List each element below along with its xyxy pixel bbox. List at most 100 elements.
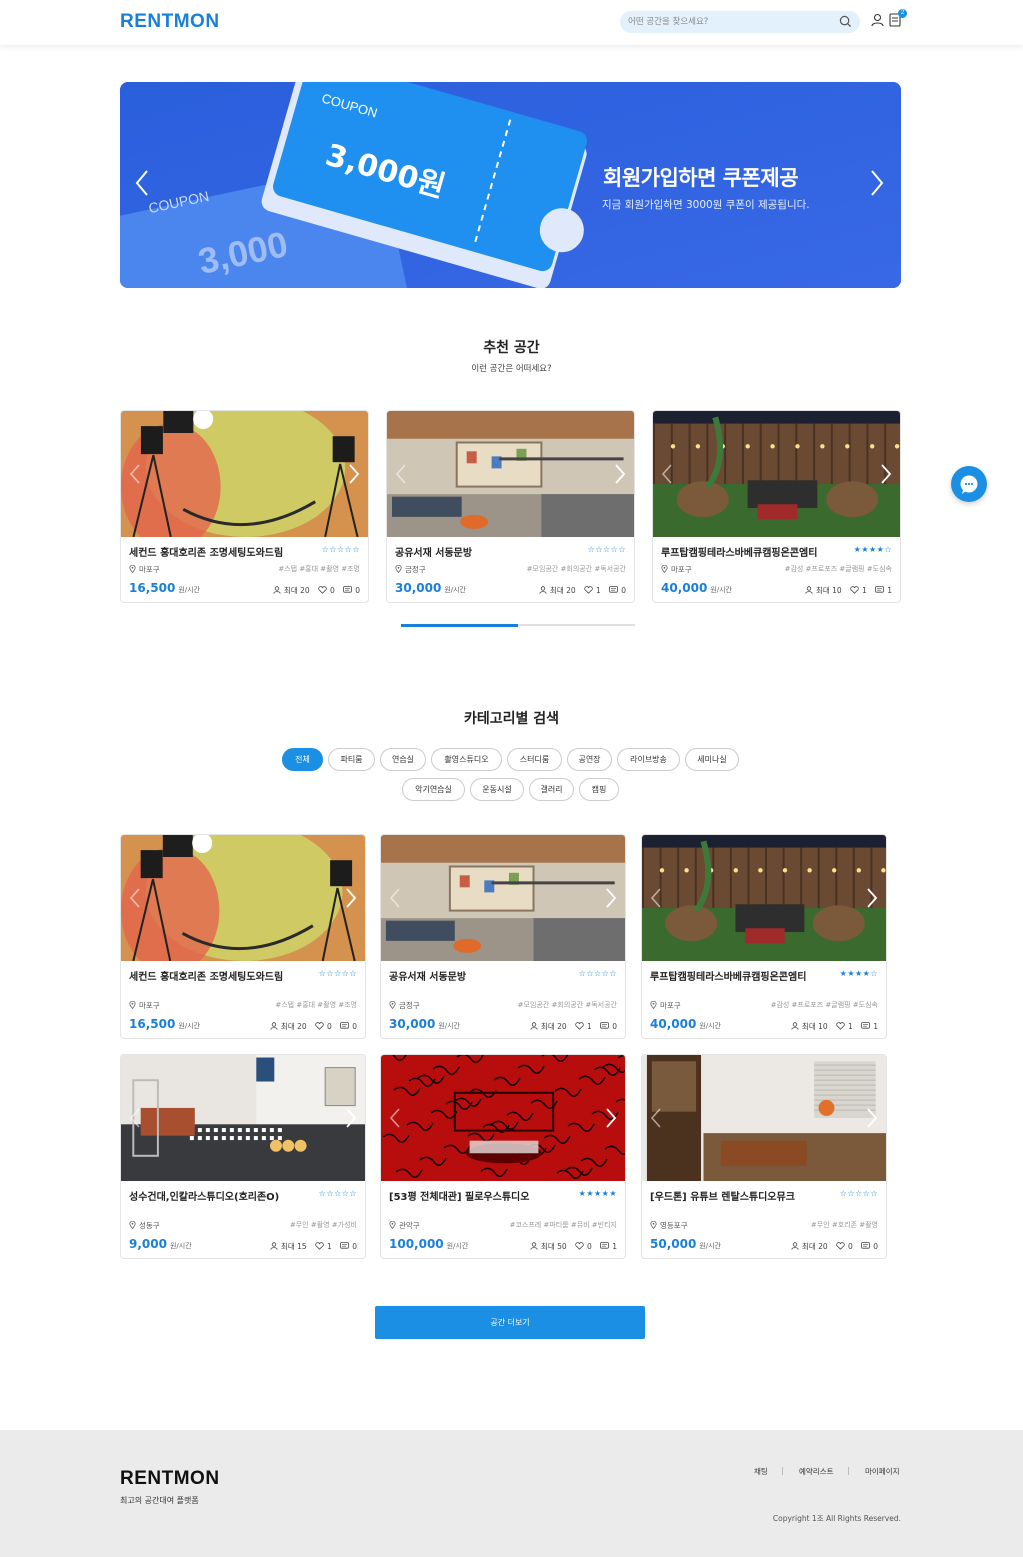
review-icon xyxy=(340,1242,350,1249)
category-chip[interactable]: 파티룸 xyxy=(328,748,375,771)
banner-next-arrow-icon[interactable] xyxy=(869,168,885,198)
photo-prev-arrow-icon[interactable] xyxy=(650,1107,662,1129)
category-chip[interactable]: 연습실 xyxy=(380,748,426,771)
photo-prev-arrow-icon[interactable] xyxy=(389,887,401,909)
photo-prev-arrow-icon[interactable] xyxy=(395,463,407,485)
space-card[interactable]: [우드톤] 유튜브 렌탈스튜디오뮤크 ☆☆☆☆☆ 영등포구 #무인 #호리존 #… xyxy=(641,1054,887,1259)
person-icon xyxy=(530,1022,538,1030)
category-chip[interactable]: 라이브방송 xyxy=(617,748,680,771)
space-photo[interactable] xyxy=(121,835,365,961)
carousel-scrollbar[interactable] xyxy=(401,623,635,627)
space-name[interactable]: 공유서재 서동문방 xyxy=(395,544,472,559)
search-bar[interactable] xyxy=(620,11,860,33)
space-card[interactable]: 루프탑캠핑테라스바베큐캠핑온콘엠티 ★★★★☆ 마포구 #감성 #프로포즈 #글… xyxy=(652,410,901,603)
photo-prev-arrow-icon[interactable] xyxy=(661,463,673,485)
footer-link-reservations[interactable]: 예약리스트 xyxy=(799,1466,834,1477)
footer-link-chat[interactable]: 채팅 xyxy=(754,1466,768,1477)
reviews-count: 1 xyxy=(612,1242,617,1251)
photo-prev-arrow-icon[interactable] xyxy=(389,1107,401,1129)
photo-next-arrow-icon[interactable] xyxy=(605,887,617,909)
space-photo[interactable] xyxy=(387,411,634,537)
space-name[interactable]: 루프탑캠핑테라스바베큐캠핑온콘엠티 xyxy=(661,544,817,559)
location-text: 영등포구 xyxy=(660,1221,688,1230)
category-chip[interactable]: 캠핑 xyxy=(579,778,619,801)
photo-prev-arrow-icon[interactable] xyxy=(129,1107,141,1129)
space-card[interactable]: [53평 전체대관] 필로우스튜디오 ★★★★★ 관악구 #코스프레 #파티룸 … xyxy=(380,1054,626,1259)
photo-next-arrow-icon[interactable] xyxy=(348,463,360,485)
space-card[interactable]: 성수건대,인칼라스튜디오(호리존O) ☆☆☆☆☆ 성동구 #무인 #촬영 #가성… xyxy=(120,1054,366,1259)
photo-next-arrow-icon[interactable] xyxy=(866,887,878,909)
space-photo[interactable] xyxy=(653,411,900,537)
chat-button[interactable] xyxy=(951,466,987,502)
photo-prev-arrow-icon[interactable] xyxy=(650,887,662,909)
heart-icon[interactable] xyxy=(575,1022,584,1030)
site-logo[interactable]: RENTMON xyxy=(120,11,220,33)
space-photo[interactable] xyxy=(121,1055,365,1181)
category-chip[interactable]: 갤러리 xyxy=(529,778,574,801)
category-chip[interactable]: 악기연습실 xyxy=(402,778,465,801)
person-icon xyxy=(791,1022,799,1030)
price-value: 100,000 xyxy=(389,1237,444,1251)
space-price: 16,500 원/시간 xyxy=(129,581,200,595)
carousel-scroll-thumb[interactable] xyxy=(401,623,518,627)
space-card[interactable]: 공유서재 서동문방 ☆☆☆☆☆ 금정구 #모임공간 #회의공간 #독서공간 30… xyxy=(386,410,635,603)
promo-banner[interactable]: COUPON 3,000 COUPON 3,000원 회원가입하면 쿠폰제공 지… xyxy=(120,82,901,288)
location-text: 관악구 xyxy=(399,1221,420,1230)
heart-icon[interactable] xyxy=(575,1242,584,1250)
space-name[interactable]: 루프탑캠핑테라스바베큐캠핑온콘엠티 xyxy=(650,968,806,983)
banner-prev-arrow-icon[interactable] xyxy=(134,168,150,198)
heart-icon[interactable] xyxy=(315,1022,324,1030)
category-chip[interactable]: 전체 xyxy=(282,748,323,771)
category-chip[interactable]: 운동시설 xyxy=(470,778,524,801)
space-name[interactable]: 세컨드 홍대호리존 조명세팅도와드림 xyxy=(129,968,283,983)
space-card[interactable]: 공유서재 서동문방 ☆☆☆☆☆ 금정구 #모임공간 #회의공간 #독서공간 30… xyxy=(380,834,626,1039)
photo-next-arrow-icon[interactable] xyxy=(345,1107,357,1129)
footer-link-mypage[interactable]: 마이페이지 xyxy=(865,1466,900,1477)
category-chip[interactable]: 촬영스튜디오 xyxy=(431,748,502,771)
category-chip[interactable]: 세미나실 xyxy=(685,748,739,771)
location-text: 금정구 xyxy=(399,1001,420,1010)
space-name[interactable]: 성수건대,인칼라스튜디오(호리존O) xyxy=(129,1188,279,1203)
photo-next-arrow-icon[interactable] xyxy=(880,463,892,485)
capacity-text: 최대 20 xyxy=(549,586,576,595)
heart-icon[interactable] xyxy=(315,1242,324,1250)
reviews-count: 0 xyxy=(621,586,626,595)
space-photo[interactable] xyxy=(642,1055,886,1181)
photo-next-arrow-icon[interactable] xyxy=(345,887,357,909)
more-spaces-button[interactable]: 공간 더보기 xyxy=(375,1306,645,1339)
space-price: 100,000 원/시간 xyxy=(389,1237,468,1251)
category-chip[interactable]: 공연장 xyxy=(567,748,612,771)
photo-next-arrow-icon[interactable] xyxy=(614,463,626,485)
heart-icon[interactable] xyxy=(318,586,327,594)
photo-prev-arrow-icon[interactable] xyxy=(129,463,141,485)
photo-next-arrow-icon[interactable] xyxy=(866,1107,878,1129)
heart-icon[interactable] xyxy=(836,1242,845,1250)
location-text: 마포구 xyxy=(139,565,160,574)
space-card[interactable]: 세컨드 홍대호리존 조명세팅도와드림 ☆☆☆☆☆ 마포구 #스탭 #홍대 #촬영… xyxy=(120,410,369,603)
photo-prev-arrow-icon[interactable] xyxy=(129,887,141,909)
space-name[interactable]: 공유서재 서동문방 xyxy=(389,968,466,983)
photo-next-arrow-icon[interactable] xyxy=(605,1107,617,1129)
heart-icon[interactable] xyxy=(584,586,593,594)
reviews-count: 0 xyxy=(873,1242,878,1251)
space-name[interactable]: [53평 전체대관] 필로우스튜디오 xyxy=(389,1188,529,1203)
space-name[interactable]: [우드톤] 유튜브 렌탈스튜디오뮤크 xyxy=(650,1188,795,1203)
heart-icon[interactable] xyxy=(850,586,859,594)
search-icon[interactable] xyxy=(839,15,852,28)
space-card[interactable]: 루프탑캠핑테라스바베큐캠핑온콘엠티 ★★★★☆ 마포구 #감성 #프로포즈 #글… xyxy=(641,834,887,1039)
space-name[interactable]: 세컨드 홍대호리존 조명세팅도와드림 xyxy=(129,544,283,559)
space-price: 16,500 원/시간 xyxy=(129,1017,200,1031)
category-chip[interactable]: 스터디룸 xyxy=(507,748,562,771)
user-icon[interactable] xyxy=(871,13,884,27)
space-card[interactable]: 세컨드 홍대호리존 조명세팅도와드림 ☆☆☆☆☆ 마포구 #스탭 #홍대 #촬영… xyxy=(120,834,366,1039)
cart-badge: 2 xyxy=(898,9,907,18)
space-photo[interactable] xyxy=(381,835,625,961)
search-input[interactable] xyxy=(628,14,828,30)
space-photo[interactable] xyxy=(121,411,368,537)
footer-logo[interactable]: RENTMON xyxy=(120,1468,220,1490)
location-pin-icon xyxy=(129,1000,136,1010)
space-photo[interactable] xyxy=(381,1055,625,1181)
space-photo[interactable] xyxy=(642,835,886,961)
heart-icon[interactable] xyxy=(836,1022,845,1030)
price-unit: 원/시간 xyxy=(444,586,466,594)
